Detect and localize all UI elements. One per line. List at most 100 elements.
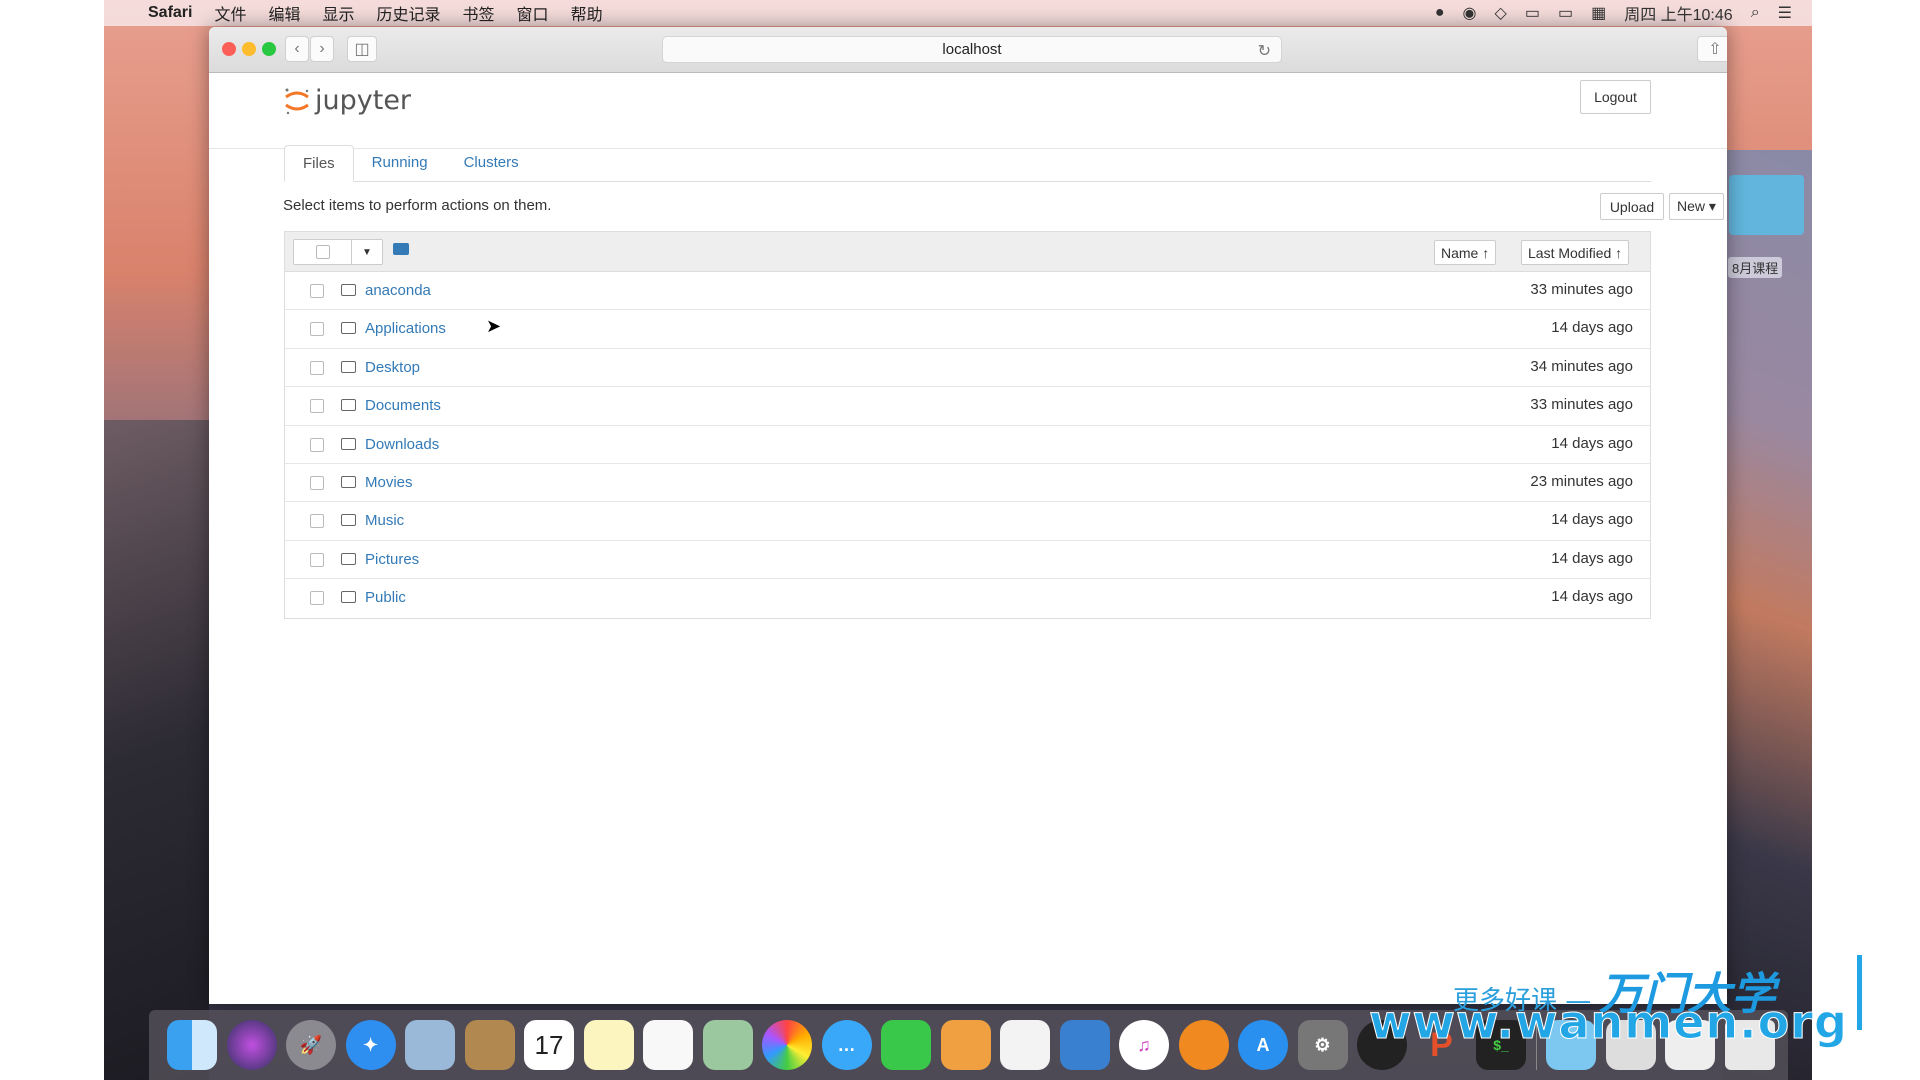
last-modified: 33 minutes ago: [1530, 396, 1633, 414]
ibooks-icon[interactable]: [1178, 1020, 1229, 1070]
app-store-icon[interactable]: A: [1238, 1020, 1288, 1070]
folder-link[interactable]: Movies: [365, 474, 413, 491]
tab-running[interactable]: Running: [354, 145, 446, 182]
mouse-cursor: ➤: [486, 316, 502, 336]
folder-link[interactable]: Applications: [365, 320, 446, 337]
row-checkbox[interactable]: [310, 552, 324, 567]
desktop-folder-label[interactable]: 8月课程: [1728, 257, 1783, 278]
row-checkbox[interactable]: [310, 284, 324, 298]
sort-by-modified-button[interactable]: Last Modified ↑: [1521, 240, 1630, 265]
select-all-control[interactable]: ▼: [293, 239, 383, 265]
reminders-icon[interactable]: [643, 1020, 693, 1070]
notification-bell-icon[interactable]: ●: [1435, 4, 1445, 22]
folder-link[interactable]: anaconda: [365, 282, 431, 299]
forward-button[interactable]: ›: [310, 36, 334, 62]
folder-icon: [341, 437, 356, 450]
finder-icon[interactable]: [167, 1020, 217, 1070]
notification-center-icon[interactable]: ☰: [1778, 3, 1792, 23]
siri-icon[interactable]: [226, 1020, 277, 1070]
menu-history[interactable]: 历史记录: [377, 1, 441, 25]
keynote-icon[interactable]: [1059, 1020, 1110, 1070]
close-window-button[interactable]: [222, 42, 236, 56]
file-row: Downloads 14 days ago: [285, 426, 1650, 464]
file-row: Documents 33 minutes ago: [285, 387, 1650, 426]
folder-link[interactable]: Music: [365, 512, 404, 529]
file-row: Desktop 34 minutes ago: [285, 349, 1650, 388]
messages-icon[interactable]: …: [821, 1020, 872, 1070]
address-bar[interactable]: localhost ↻: [662, 36, 1282, 63]
url-text: localhost: [942, 41, 1002, 58]
reload-icon[interactable]: ↻: [1258, 41, 1271, 61]
file-list: ▼ Name ↑ Last Modified ↑ anaconda 33 minu…: [284, 231, 1651, 619]
folder-link[interactable]: Desktop: [365, 359, 420, 376]
zoom-window-button[interactable]: [262, 42, 276, 56]
itunes-icon[interactable]: ♫: [1119, 1020, 1169, 1070]
menu-app[interactable]: Safari: [148, 4, 192, 22]
minimize-window-button[interactable]: [242, 42, 256, 56]
numbers-icon[interactable]: [1000, 1020, 1050, 1070]
calendar-icon[interactable]: 17: [524, 1020, 574, 1070]
input-source-flag-icon[interactable]: ▦: [1591, 3, 1606, 23]
folder-link[interactable]: Documents: [365, 397, 441, 414]
folder-icon: [341, 399, 356, 412]
row-checkbox[interactable]: [310, 322, 324, 337]
folder-link[interactable]: Public: [365, 589, 406, 606]
contacts-icon[interactable]: [464, 1020, 515, 1070]
row-checkbox[interactable]: [310, 591, 324, 606]
mail-icon[interactable]: [405, 1020, 455, 1070]
row-checkbox[interactable]: [310, 399, 324, 414]
jupyter-logo[interactable]: jupyter: [283, 85, 411, 116]
system-preferences-icon[interactable]: ⚙: [1297, 1020, 1348, 1070]
menu-view[interactable]: 显示: [323, 1, 355, 25]
folder-link[interactable]: Downloads: [365, 436, 439, 453]
photos-icon[interactable]: [762, 1020, 812, 1070]
select-all-checkbox[interactable]: [315, 245, 330, 259]
menu-bookmarks[interactable]: 书签: [463, 1, 495, 25]
file-list-header: ▼ Name ↑ Last Modified ↑: [285, 232, 1650, 272]
wifi-icon[interactable]: ◇: [1495, 3, 1507, 23]
logout-button[interactable]: Logout: [1580, 80, 1651, 114]
tab-bar: Files Running Clusters: [284, 145, 1651, 182]
file-row: anaconda 33 minutes ago: [285, 272, 1650, 311]
row-checkbox[interactable]: [310, 514, 324, 529]
facetime-icon[interactable]: [881, 1020, 931, 1070]
safari-icon[interactable]: ✦: [345, 1020, 396, 1070]
spotlight-search-icon[interactable]: ⌕: [1751, 4, 1760, 22]
jupyter-logo-icon: [285, 88, 309, 114]
folder-icon: [341, 475, 356, 488]
maps-icon[interactable]: [702, 1020, 753, 1070]
desktop-folder-icon[interactable]: [1729, 175, 1804, 235]
last-modified: 33 minutes ago: [1530, 281, 1633, 298]
menu-edit[interactable]: 编辑: [268, 1, 300, 25]
menu-file[interactable]: 文件: [214, 1, 246, 25]
battery-icon[interactable]: ▭: [1558, 3, 1573, 23]
tab-files[interactable]: Files: [284, 145, 354, 182]
row-checkbox[interactable]: [310, 475, 324, 490]
clock[interactable]: 周四 上午10:46: [1624, 1, 1733, 25]
last-modified: 34 minutes ago: [1530, 357, 1633, 375]
share-icon[interactable]: ⇧: [1697, 36, 1727, 62]
upload-button[interactable]: Upload: [1600, 193, 1664, 220]
row-checkbox[interactable]: [310, 360, 324, 375]
notes-icon[interactable]: [583, 1020, 634, 1070]
airplay-icon[interactable]: ▭: [1525, 3, 1540, 23]
sidebar-toggle-icon[interactable]: ◫: [347, 36, 377, 62]
caret-down-icon[interactable]: ▼: [352, 240, 382, 264]
folder-link[interactable]: Pictures: [365, 551, 419, 568]
sort-by-name-button[interactable]: Name ↑: [1434, 240, 1497, 265]
folder-icon: [341, 552, 356, 565]
obs-status-icon[interactable]: ◉: [1463, 3, 1477, 23]
jupyter-header: jupyter Logout: [209, 73, 1727, 149]
pages-icon[interactable]: [940, 1020, 991, 1070]
last-modified: 23 minutes ago: [1530, 472, 1633, 490]
back-button[interactable]: ‹: [285, 36, 309, 62]
menu-bar: Safari 文件 编辑 显示 历史记录 书签 窗口 帮助 ● ◉ ◇ ▭ ▭ …: [104, 0, 1812, 26]
file-row: Pictures 14 days ago: [285, 541, 1650, 580]
menu-help[interactable]: 帮助: [571, 1, 603, 25]
launchpad-icon[interactable]: 🚀: [286, 1020, 336, 1070]
new-dropdown-button[interactable]: New ▾: [1669, 193, 1724, 220]
row-checkbox[interactable]: [310, 437, 324, 452]
folder-icon[interactable]: [393, 243, 409, 255]
tab-clusters[interactable]: Clusters: [446, 145, 537, 182]
menu-window[interactable]: 窗口: [517, 1, 549, 25]
